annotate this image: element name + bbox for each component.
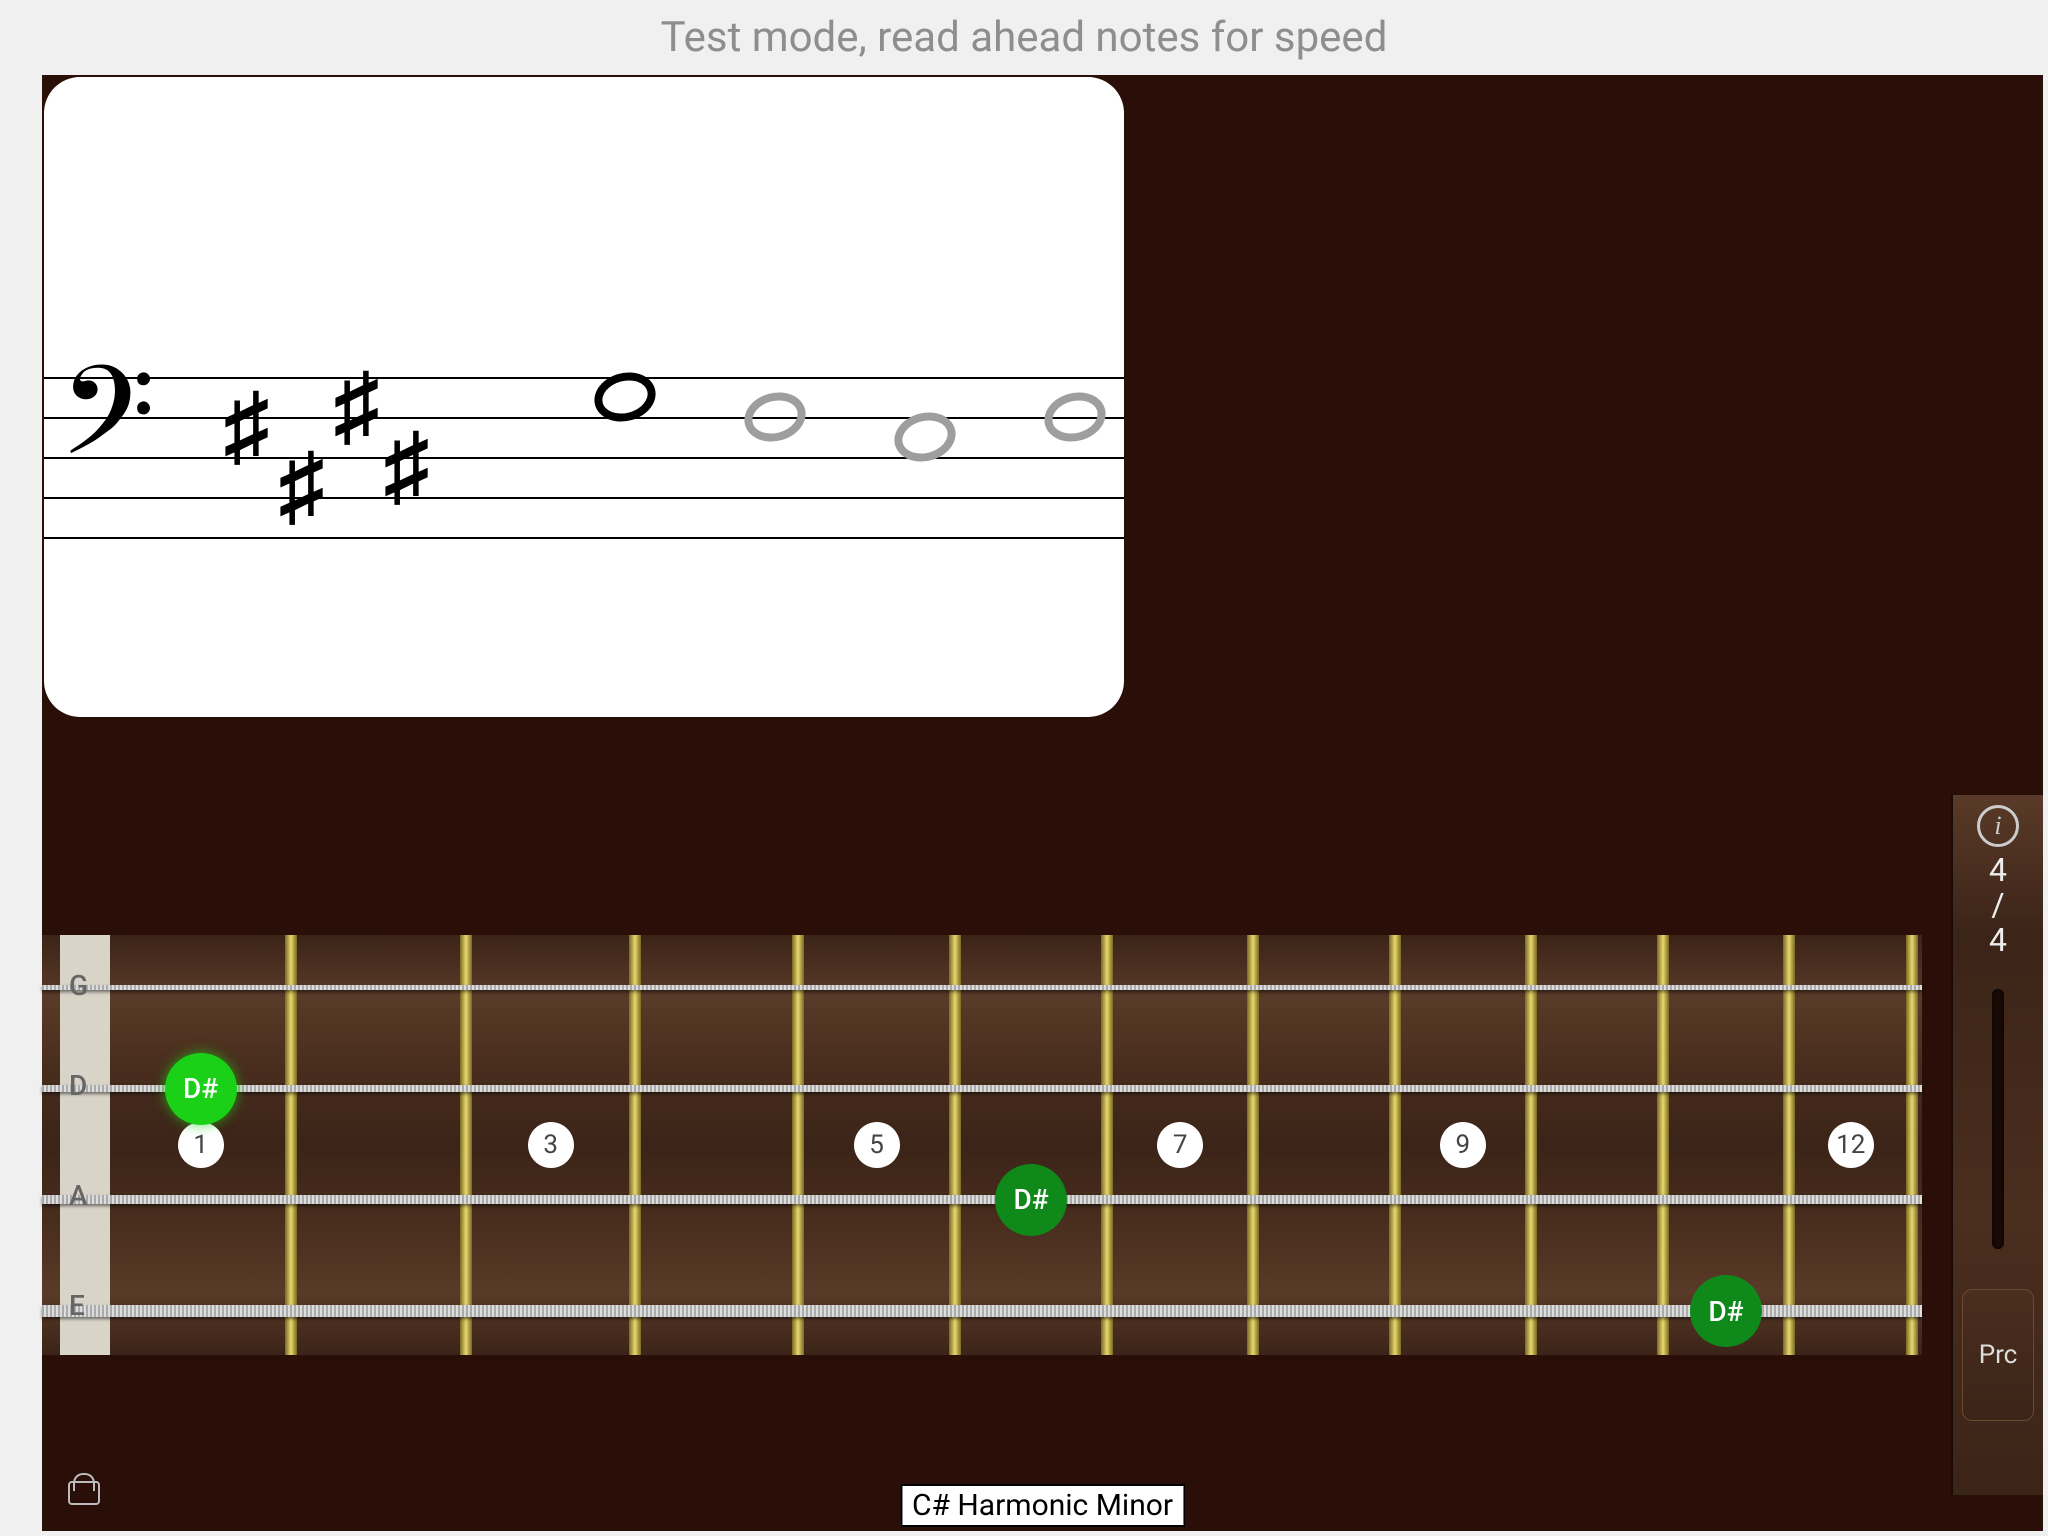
fret-marker: 12 [1828, 1122, 1874, 1168]
fret [1783, 935, 1795, 1355]
staff-note [1039, 386, 1111, 448]
scale-name: C# Harmonic Minor [912, 1488, 1173, 1523]
staff-card: 𝄢 ♯ ♯ ♯ ♯ [44, 77, 1124, 717]
staff-line [44, 457, 1124, 459]
fret-marker: 1 [178, 1122, 224, 1168]
sharp-icon: ♯ [384, 415, 429, 518]
string[interactable] [42, 1305, 1922, 1317]
sharp-icon: ♯ [224, 375, 269, 478]
staff-line [44, 417, 1124, 419]
staff-line [44, 537, 1124, 539]
string[interactable] [42, 1085, 1922, 1092]
practice-button[interactable]: Prc [1962, 1289, 2034, 1421]
fret-marker: 5 [854, 1122, 900, 1168]
timesig-bottom: 4 [1989, 923, 2007, 958]
scale-label[interactable]: C# Harmonic Minor [900, 1484, 1185, 1527]
timesig-sep: / [1989, 888, 2007, 923]
fret-marker: 9 [1440, 1122, 1486, 1168]
string-label: E [69, 1289, 85, 1322]
fret [949, 935, 961, 1355]
string-label: A [69, 1179, 88, 1212]
fret [1657, 935, 1669, 1355]
fret [1101, 935, 1113, 1355]
fret [792, 935, 804, 1355]
practice-label: Prc [1979, 1340, 2018, 1370]
fretboard-note[interactable]: D# [995, 1164, 1067, 1236]
fret-marker: 7 [1157, 1122, 1203, 1168]
timesig-top: 4 [1989, 853, 2007, 888]
fret [629, 935, 641, 1355]
fret [1389, 935, 1401, 1355]
fretboard-note[interactable]: D# [165, 1053, 237, 1125]
main-area: 𝄢 ♯ ♯ ♯ ♯ G D A E 1 3 5 7 9 12 D# D# D# i 4 / 4 Pr… [42, 75, 2043, 1531]
string[interactable] [42, 985, 1922, 990]
fretboard[interactable]: G D A E 1 3 5 7 9 12 D# D# D# [42, 935, 1922, 1355]
sharp-icon: ♯ [334, 355, 379, 458]
fretboard-note[interactable]: D# [1690, 1275, 1762, 1347]
time-signature[interactable]: 4 / 4 [1989, 853, 2007, 959]
fret [1247, 935, 1259, 1355]
staff-line [44, 497, 1124, 499]
bass-clef-icon: 𝄢 [59, 367, 155, 487]
right-sidebar: i 4 / 4 Prc [1951, 795, 2043, 1495]
fret [1525, 935, 1537, 1355]
string-label: D [69, 1069, 87, 1102]
fret-marker: 3 [528, 1122, 574, 1168]
staff-line [44, 377, 1124, 379]
header-title: Test mode, read ahead notes for speed [0, 0, 2048, 75]
lock-icon[interactable] [68, 1475, 96, 1505]
string[interactable] [42, 1195, 1922, 1204]
volume-slider[interactable] [1992, 989, 2004, 1249]
string-label: G [69, 969, 88, 1002]
fret [285, 935, 297, 1355]
sharp-icon: ♯ [279, 435, 324, 538]
staff-note [739, 386, 811, 448]
mode-text: Test mode, read ahead notes for speed [661, 13, 1388, 62]
fret [460, 935, 472, 1355]
fret [1906, 935, 1918, 1355]
info-icon[interactable]: i [1977, 805, 2019, 847]
